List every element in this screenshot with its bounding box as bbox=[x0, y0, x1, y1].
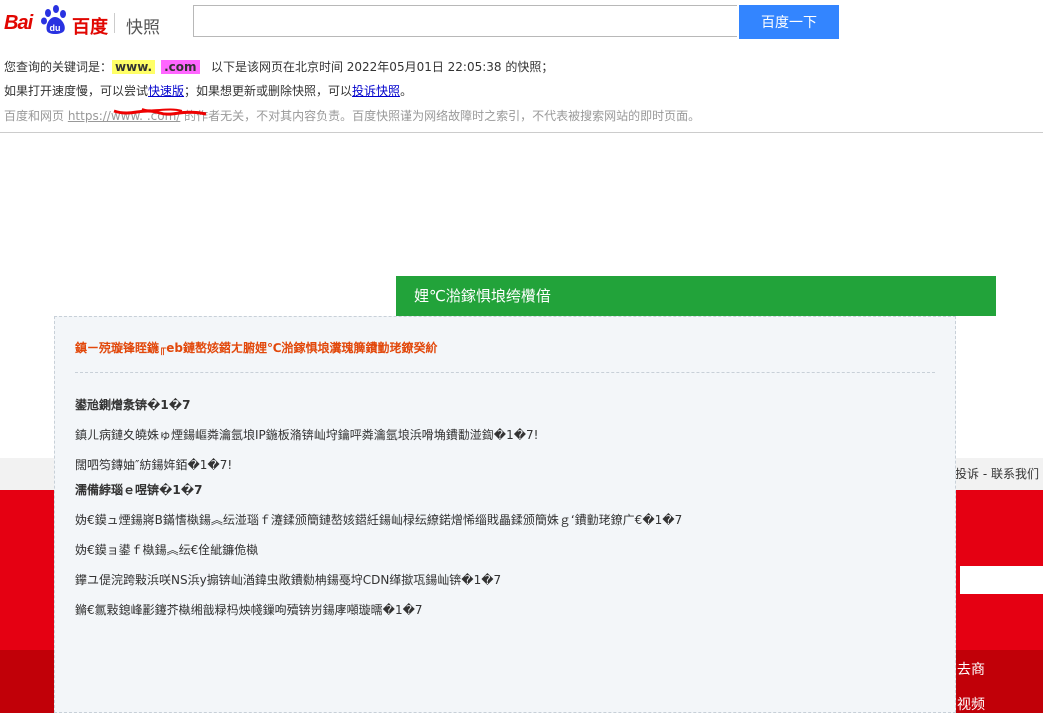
panel-line: 鑻ユ偍浣跨敤浜咲NS浜у搧锛屾湭鍏虫敞鐨勬柟鍚戞垨CDN缂撳瓨鍚屾锛�1�7 bbox=[75, 573, 502, 587]
search-input[interactable] bbox=[193, 5, 737, 37]
background-side-text: 去商 bbox=[957, 662, 985, 678]
background-side-text: 视频 bbox=[957, 697, 985, 713]
header-divider bbox=[0, 132, 1043, 133]
keyword-highlight: .com bbox=[161, 60, 200, 74]
panel-line: 鏅€氱敤鎴峰彲鑳芥槸缃戠粶杩炴帴鏁呴殰锛岃鍚庨噸璇曘�1�7 bbox=[75, 603, 423, 617]
baidu-logo[interactable]: Bai du 百度 bbox=[4, 5, 112, 38]
info-text: 的作者无关，不对其内容负责。百度快照谨为网络故障时之索引，不代表被搜索网站的即时… bbox=[180, 109, 701, 123]
info-text: 如果打开速度慢，可以尝试 bbox=[4, 84, 149, 98]
snapshot-header: Bai du 百度 快照 百度一下 bbox=[0, 0, 1043, 48]
panel-line: 鎮ㄦ病鏈夊皢姝ゅ煙鍚嶇粦瀹氬埌IP鍦板潃锛屾垨鑰呯粦瀹氬埌浜嗗埆鐨勫湴鍧�1�7… bbox=[75, 428, 539, 442]
fast-version-link[interactable]: 快速版 bbox=[148, 84, 184, 98]
baidu-paw-icon: du bbox=[41, 5, 66, 34]
logo-bai-text: Bai bbox=[4, 12, 33, 34]
kuaizhao-label: 快照 bbox=[126, 18, 160, 38]
panel-line: 闊呬笉鏄妯″紡鍚姩銆�1�7! bbox=[75, 458, 233, 472]
redaction-scribble bbox=[113, 108, 207, 116]
panel-line: 鍙兘鍘熷洜锛�1�7 bbox=[75, 398, 191, 412]
background-footer-links[interactable]: 投诉 - 联系我们 bbox=[955, 465, 1039, 482]
info-text: ；如果想更新或删除快照，可以 bbox=[184, 84, 353, 98]
error-panel: 鎮ㄧ殑璇锋眰鍦╓eb鏈嶅姟鍣ㄤ腑娌℃湁鎵惧埌瀵瑰簲鐨勭珯鐐癸紒 鍙兘鍘熷洜锛�1… bbox=[54, 316, 956, 713]
info-text: 百度和网页 bbox=[4, 109, 68, 123]
panel-line: 濡備綍瑙ｅ喅锛�1�7 bbox=[75, 483, 203, 497]
logo-divider bbox=[114, 13, 115, 33]
keyword-highlight: www. bbox=[112, 60, 156, 74]
report-snapshot-link[interactable]: 投诉快照 bbox=[352, 84, 400, 98]
panel-line: 妫€鏌ュ煙鍚嶈В鏋愭槸鍚︽纭湴瑙ｆ瀽鍒颁簡鏈嶅姟鍣紝鍚屾椂纭繚鍩熷悕缁戝畾鍒颁簡… bbox=[75, 513, 683, 527]
logo-du-text: du bbox=[50, 23, 61, 33]
keyword-label: 您查询的关键词是： bbox=[4, 60, 113, 74]
error-panel-title: 鎮ㄧ殑璇锋眰鍦╓eb鏈嶅姟鍣ㄤ腑娌℃湁鎵惧埌瀵瑰簲鐨勭珯鐐癸紒 bbox=[75, 341, 438, 355]
snapshot-time-text: 以下是该网页在北京时间 2022年05月01日 22:05:38 的快照； bbox=[210, 60, 554, 74]
snapshot-info-line2: 如果打开速度慢，可以尝试快速版；如果想更新或删除快照，可以投诉快照。 bbox=[4, 82, 412, 99]
panel-line: 妫€鏌ョ鍙ｆ槸鍚︽纭€佺紪鐮佹槸 bbox=[75, 543, 259, 557]
logo-chinese-text: 百度 bbox=[72, 17, 108, 38]
background-white-stripe bbox=[960, 566, 1043, 594]
panel-divider bbox=[75, 372, 935, 373]
snapshot-disclaimer: 百度和网页 https://www. .com/ 的作者无关，不对其内容负责。百… bbox=[4, 107, 700, 124]
error-banner: 娌℃湁鎵惧埌绔欑偣 bbox=[396, 276, 996, 316]
info-text: 。 bbox=[400, 84, 413, 98]
snapshot-info-line1: 您查询的关键词是： www. .com 以下是该网页在北京时间 2022年05月01… bbox=[4, 58, 553, 75]
search-button[interactable]: 百度一下 bbox=[739, 5, 839, 39]
